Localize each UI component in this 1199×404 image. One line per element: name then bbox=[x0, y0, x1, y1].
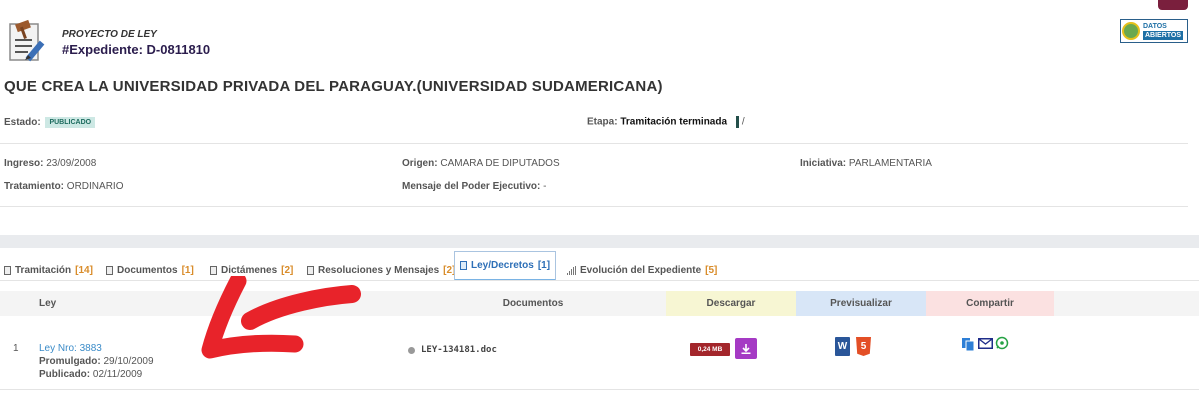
promulgado-field: Promulgado: 29/10/2009 bbox=[39, 356, 154, 367]
tab-count: [2] bbox=[281, 264, 294, 276]
iniciativa-field: Iniciativa: PARLAMENTARIA bbox=[800, 158, 932, 169]
mensaje-field: Mensaje del Poder Ejecutivo: - bbox=[402, 181, 547, 192]
copy-icon[interactable] bbox=[961, 337, 975, 351]
column-header-previsualizar: Previsualizar bbox=[796, 291, 926, 316]
word-preview-icon[interactable]: W bbox=[835, 337, 850, 356]
annotation-arrow bbox=[201, 276, 361, 359]
mensaje-value: - bbox=[543, 181, 547, 192]
iniciativa-label: Iniciativa: bbox=[800, 158, 847, 169]
origen-label: Origen: bbox=[402, 158, 438, 169]
page-title: QUE CREA LA UNIVERSIDAD PRIVADA DEL PARA… bbox=[4, 78, 663, 95]
etapa-suffix: / bbox=[741, 116, 745, 128]
etapa-label: Etapa: bbox=[587, 116, 618, 128]
tab-count: [14] bbox=[75, 264, 93, 276]
file-search-icon bbox=[106, 265, 113, 275]
tab-documentos[interactable]: Documentos [1] bbox=[106, 259, 194, 281]
document-bullet-icon bbox=[408, 347, 415, 354]
ley-link[interactable]: Ley Nro: 3883 bbox=[39, 343, 102, 354]
column-header-blank bbox=[1054, 291, 1199, 316]
datos-abiertos-logo[interactable]: DATOS ABIERTOS bbox=[1120, 19, 1188, 43]
globe-icon bbox=[1122, 22, 1140, 40]
row-index: 1 bbox=[13, 343, 19, 354]
mail-icon[interactable] bbox=[978, 338, 993, 349]
column-header-descargar: Descargar bbox=[666, 291, 796, 316]
estado-label: Estado: bbox=[4, 117, 41, 129]
etapa-field: Etapa: Tramitación terminada / bbox=[587, 116, 745, 128]
etapa-progress-bar bbox=[735, 116, 739, 128]
tab-label: Documentos bbox=[117, 264, 178, 276]
promulgado-label: Promulgado: bbox=[39, 356, 101, 367]
tab-label: Dictámenes bbox=[221, 264, 278, 276]
publicado-field: Publicado: 02/11/2009 bbox=[39, 369, 142, 380]
file-icon bbox=[4, 265, 11, 275]
project-type: PROYECTO DE LEY bbox=[62, 29, 157, 40]
tab-ley-decretos[interactable]: Ley/Decretos [1] bbox=[454, 251, 557, 281]
tab-evolucion[interactable]: Evolución del Expediente [5] bbox=[567, 259, 717, 281]
tab-tramitacion[interactable]: Tramitación [14] bbox=[4, 259, 93, 281]
ingreso-value: 23/09/2008 bbox=[46, 158, 97, 169]
file-icon bbox=[460, 261, 467, 270]
publicado-value: 02/11/2009 bbox=[92, 369, 143, 380]
table-divider bbox=[0, 389, 1199, 390]
tabs-divider bbox=[0, 280, 1199, 281]
divider bbox=[0, 206, 1188, 207]
divider bbox=[0, 143, 1188, 144]
datos-logo-line1: DATOS bbox=[1143, 23, 1167, 30]
publicado-label: Publicado: bbox=[39, 369, 91, 380]
tab-count: [5] bbox=[705, 264, 718, 276]
etapa-value: Tramitación terminada bbox=[620, 116, 728, 128]
tab-count: [1] bbox=[181, 264, 194, 276]
download-button[interactable] bbox=[735, 338, 757, 359]
file-size-badge: 0,24 MB bbox=[690, 343, 730, 356]
file-icon bbox=[307, 265, 314, 275]
column-header-documentos: Documentos bbox=[400, 291, 666, 316]
column-header-compartir: Compartir bbox=[926, 291, 1054, 316]
file-icon bbox=[210, 265, 217, 275]
origen-field: Origen: CAMARA DE DIPUTADOS bbox=[402, 158, 560, 169]
origen-value: CAMARA DE DIPUTADOS bbox=[440, 158, 560, 169]
whatsapp-icon[interactable] bbox=[995, 336, 1009, 350]
expediente-card: PROYECTO DE LEY #Expediente: D-0811810 D… bbox=[0, 0, 1199, 235]
tratamiento-field: Tratamiento: ORDINARIO bbox=[4, 181, 123, 192]
tratamiento-label: Tratamiento: bbox=[4, 181, 65, 192]
corner-button[interactable] bbox=[1158, 0, 1188, 10]
ingreso-field: Ingreso: 23/09/2008 bbox=[4, 158, 96, 169]
tab-count: [1] bbox=[537, 260, 551, 271]
ingreso-label: Ingreso: bbox=[4, 158, 44, 169]
tab-label: Tramitación bbox=[15, 264, 72, 276]
datos-logo-line2: ABIERTOS bbox=[1143, 31, 1184, 40]
document-gavel-icon bbox=[9, 19, 45, 62]
tab-label: Ley/Decretos bbox=[471, 260, 534, 271]
expediente-number: #Expediente: D-0811810 bbox=[62, 42, 211, 57]
tratamiento-value: ORDINARIO bbox=[66, 181, 124, 192]
bar-chart-icon bbox=[567, 265, 576, 275]
mensaje-label: Mensaje del Poder Ejecutivo: bbox=[402, 181, 541, 192]
download-icon bbox=[741, 343, 751, 354]
promulgado-value: 29/10/2009 bbox=[103, 356, 154, 367]
iniciativa-value: PARLAMENTARIA bbox=[848, 158, 932, 169]
status-badge: PUBLICADO bbox=[45, 117, 96, 128]
estado-field: Estado: PUBLICADO bbox=[4, 117, 96, 129]
tab-label: Resoluciones y Mensajes bbox=[318, 264, 440, 276]
tab-label: Evolución del Expediente bbox=[580, 264, 702, 276]
document-name[interactable]: LEY-134181.doc bbox=[421, 345, 497, 355]
html5-preview-icon[interactable]: 5 bbox=[856, 337, 871, 356]
